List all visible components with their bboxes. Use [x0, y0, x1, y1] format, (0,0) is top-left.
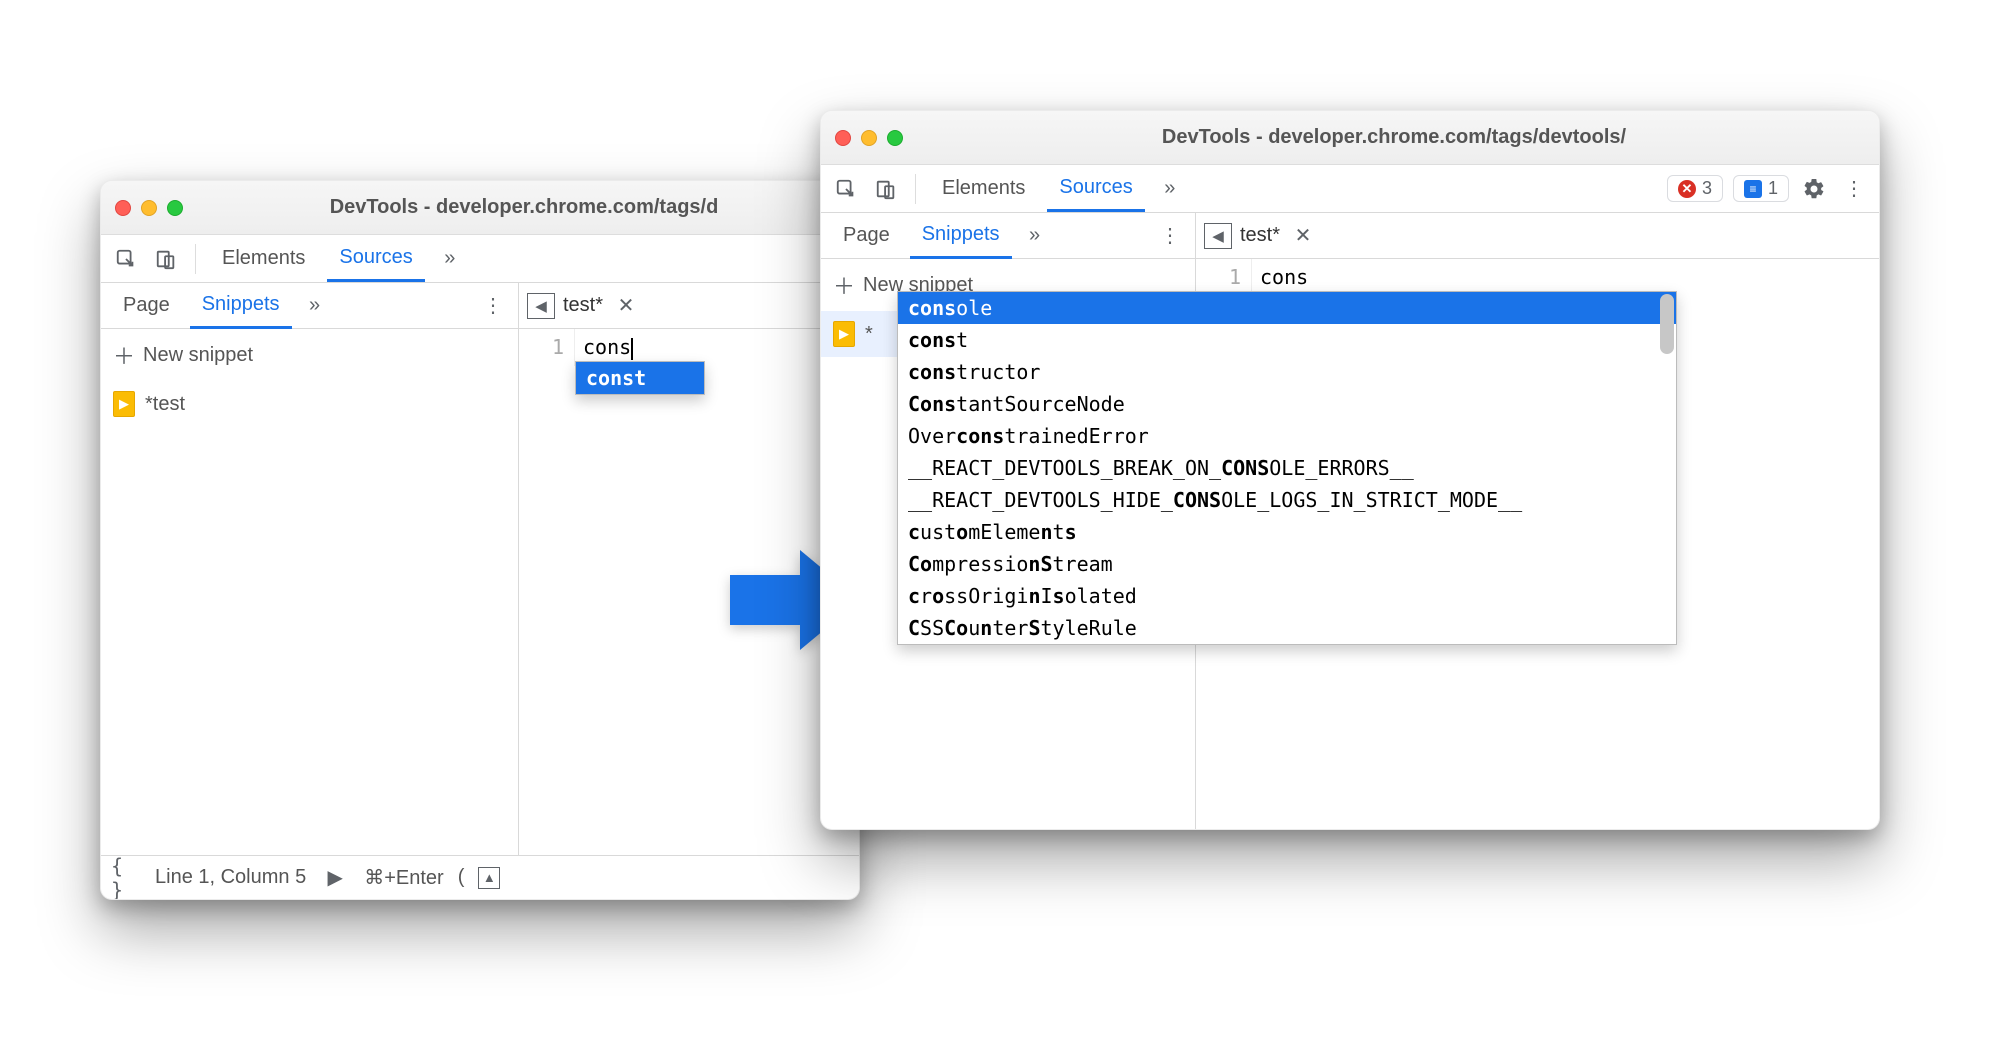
snippet-file-row[interactable]: ▶ *test: [101, 381, 518, 427]
autocomplete-item[interactable]: CompressionStream: [898, 548, 1676, 580]
new-snippet-label: New snippet: [143, 344, 253, 367]
pretty-print-icon[interactable]: { }: [111, 863, 141, 893]
editor-panel: ◀ test* ✕ 1 cons console const construct…: [1196, 213, 1879, 829]
zoom-dot[interactable]: [167, 200, 183, 216]
typed-text: cons: [583, 335, 631, 359]
cursor-position: Line 1, Column 5: [155, 866, 306, 889]
main-toolbar: Elements Sources »: [101, 235, 859, 283]
kebab-icon[interactable]: ⋮: [478, 291, 508, 321]
snippet-file-name: *test: [145, 393, 185, 416]
close-tab-icon[interactable]: ✕: [1288, 221, 1318, 251]
traffic-lights: [115, 200, 183, 216]
typed-text: cons: [1260, 265, 1308, 289]
subtab-page[interactable]: Page: [831, 214, 902, 257]
close-dot[interactable]: [115, 200, 131, 216]
autocomplete-item[interactable]: CSSCounterStyleRule: [898, 612, 1676, 644]
new-snippet-button[interactable]: ＋ New snippet: [101, 329, 518, 381]
error-badge[interactable]: ✕3: [1667, 175, 1723, 202]
minimize-dot[interactable]: [861, 130, 877, 146]
run-shortcut: ⌘+Enter: [364, 865, 443, 890]
tab-elements[interactable]: Elements: [930, 167, 1037, 210]
more-subtabs-icon[interactable]: »: [300, 291, 330, 321]
close-tab-icon[interactable]: ✕: [611, 291, 641, 321]
statusbar: { } Line 1, Column 5 ▶ ⌘+Enter ( ▲: [101, 855, 859, 899]
autocomplete-item[interactable]: ConstantSourceNode: [898, 388, 1676, 420]
subtab-page[interactable]: Page: [111, 284, 182, 327]
snippet-file-icon: ▶: [113, 391, 135, 417]
autocomplete-item[interactable]: OverconstrainedError: [898, 420, 1676, 452]
more-tabs-icon[interactable]: »: [1155, 174, 1185, 204]
coverage-text: (: [458, 866, 465, 889]
kebab-icon[interactable]: ⋮: [1155, 221, 1185, 251]
code-line[interactable]: cons console const constructor ConstantS…: [1252, 259, 1316, 295]
sidebar-tabs: Page Snippets » ⋮: [101, 283, 518, 329]
autocomplete-item[interactable]: const: [576, 362, 704, 394]
close-dot[interactable]: [835, 130, 851, 146]
device-toggle-icon[interactable]: [871, 174, 901, 204]
more-subtabs-icon[interactable]: »: [1020, 221, 1050, 251]
scrollbar-thumb[interactable]: [1660, 294, 1674, 354]
file-nav-icon[interactable]: ◀: [1204, 223, 1232, 249]
window-title: DevTools - developer.chrome.com/tags/dev…: [923, 126, 1865, 149]
editor-content[interactable]: 1 cons console const constructor Constan…: [1196, 259, 1879, 295]
titlebar[interactable]: DevTools - developer.chrome.com/tags/d: [101, 181, 859, 235]
autocomplete-popup[interactable]: const: [575, 361, 705, 395]
inspect-icon[interactable]: [831, 174, 861, 204]
messages-badge[interactable]: ≡1: [1733, 175, 1789, 202]
inspect-icon[interactable]: [111, 244, 141, 274]
autocomplete-item[interactable]: console: [898, 292, 1676, 324]
minimize-dot[interactable]: [141, 200, 157, 216]
separator: [915, 174, 916, 204]
text-cursor: [631, 338, 633, 360]
autocomplete-item[interactable]: __REACT_DEVTOOLS_BREAK_ON_CONSOLE_ERRORS…: [898, 452, 1676, 484]
editor-tab-name[interactable]: test*: [563, 294, 603, 317]
code-line[interactable]: cons const: [575, 329, 641, 366]
settings-icon[interactable]: [1799, 174, 1829, 204]
sidebar: Page Snippets » ⋮ ＋ New snippet ▶ *test: [101, 283, 519, 855]
autocomplete-item[interactable]: const: [898, 324, 1676, 356]
editor-tabbar: ◀ test* ✕: [519, 283, 859, 329]
subtab-snippets[interactable]: Snippets: [190, 283, 292, 329]
separator: [195, 244, 196, 274]
snippet-file-name: *: [865, 323, 873, 346]
tab-sources[interactable]: Sources: [327, 236, 424, 282]
titlebar[interactable]: DevTools - developer.chrome.com/tags/dev…: [821, 111, 1879, 165]
file-nav-icon[interactable]: ◀: [527, 293, 555, 319]
plus-icon: ＋: [113, 339, 133, 371]
editor-tabbar: ◀ test* ✕: [1196, 213, 1879, 259]
autocomplete-popup[interactable]: console const constructor ConstantSource…: [897, 291, 1677, 645]
zoom-dot[interactable]: [887, 130, 903, 146]
autocomplete-item[interactable]: crossOriginIsolated: [898, 580, 1676, 612]
snippet-file-icon: ▶: [833, 321, 855, 347]
devtools-window-after: DevTools - developer.chrome.com/tags/dev…: [820, 110, 1880, 830]
sidebar-tabs: Page Snippets » ⋮: [821, 213, 1195, 259]
autocomplete-item[interactable]: constructor: [898, 356, 1676, 388]
run-icon[interactable]: ▶: [320, 863, 350, 893]
tab-elements[interactable]: Elements: [210, 237, 317, 280]
main-toolbar: Elements Sources » ✕3 ≡1 ⋮: [821, 165, 1879, 213]
editor-content[interactable]: 1 cons const: [519, 329, 859, 366]
kebab-icon[interactable]: ⋮: [1839, 174, 1869, 204]
autocomplete-item[interactable]: customElements: [898, 516, 1676, 548]
window-title: DevTools - developer.chrome.com/tags/d: [203, 196, 845, 219]
traffic-lights: [835, 130, 903, 146]
coverage-icon[interactable]: ▲: [478, 867, 500, 889]
autocomplete-item[interactable]: __REACT_DEVTOOLS_HIDE_CONSOLE_LOGS_IN_ST…: [898, 484, 1676, 516]
plus-icon: ＋: [833, 269, 853, 301]
gutter: 1: [1196, 259, 1252, 295]
more-tabs-icon[interactable]: »: [435, 244, 465, 274]
tab-sources[interactable]: Sources: [1047, 166, 1144, 212]
editor-tab-name[interactable]: test*: [1240, 224, 1280, 247]
subtab-snippets[interactable]: Snippets: [910, 213, 1012, 259]
device-toggle-icon[interactable]: [151, 244, 181, 274]
gutter: 1: [519, 329, 575, 366]
